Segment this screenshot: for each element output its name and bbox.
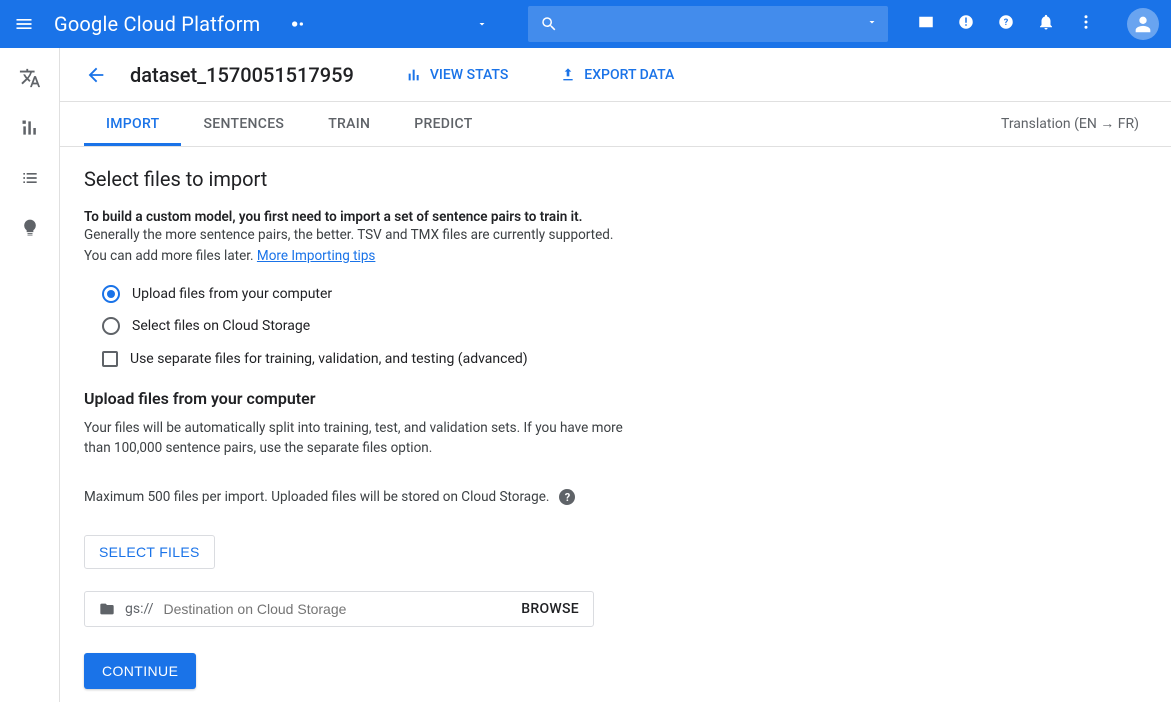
more-vert-icon[interactable] (1077, 13, 1095, 35)
title-bar: dataset_1570051517959 VIEW STATS EXPORT … (60, 48, 1171, 101)
content-area: Select files to import To build a custom… (60, 147, 1171, 702)
sidebar-lightbulb-icon[interactable] (18, 216, 42, 240)
intro-line2: Generally the more sentence pairs, the b… (84, 225, 1147, 246)
search-box[interactable] (528, 6, 888, 42)
sidebar-translate-icon[interactable] (18, 66, 42, 90)
project-dropdown[interactable] (476, 18, 488, 30)
radio-icon (102, 285, 120, 303)
export-data-label: EXPORT DATA (584, 67, 674, 83)
browse-button[interactable]: BROWSE (521, 601, 579, 617)
search-dropdown-icon[interactable] (866, 16, 878, 32)
max-files-note: Maximum 500 files per import. Uploaded f… (84, 489, 1147, 505)
intro-line3: You can add more files later. More Impor… (84, 246, 1147, 267)
radio-icon (102, 317, 120, 335)
max-files-text: Maximum 500 files per import. Uploaded f… (84, 489, 549, 505)
intro-line3-text: You can add more files later. (84, 248, 257, 264)
folder-icon (99, 601, 115, 617)
upload-description: Your files will be automatically split i… (84, 418, 644, 460)
upload-subheading: Upload files from your computer (84, 389, 1147, 408)
brand-title: Google Cloud Platform (54, 12, 260, 36)
product-icon (290, 16, 306, 32)
notifications-icon[interactable] (1037, 13, 1055, 35)
destination-input[interactable] (164, 601, 512, 617)
tab-sentences[interactable]: SENTENCES (181, 102, 306, 146)
account-avatar[interactable] (1127, 8, 1159, 40)
checkbox-icon (102, 351, 118, 367)
help-icon[interactable]: ? (997, 13, 1015, 35)
select-files-button[interactable]: SELECT FILES (84, 535, 215, 569)
destination-field[interactable]: gs:// BROWSE (84, 591, 594, 627)
view-stats-button[interactable]: VIEW STATS (406, 67, 508, 83)
tab-import[interactable]: IMPORT (84, 102, 181, 146)
continue-button[interactable]: CONTINUE (84, 653, 196, 689)
dataset-title: dataset_1570051517959 (130, 63, 354, 87)
advanced-checkbox-label: Use separate files for training, validat… (130, 351, 528, 367)
advanced-checkbox[interactable]: Use separate files for training, validat… (102, 351, 1147, 367)
back-arrow-icon[interactable] (84, 63, 108, 87)
option-upload-label: Upload files from your computer (132, 286, 332, 302)
sidebar-dashboard-icon[interactable] (18, 116, 42, 140)
option-cloud-label: Select files on Cloud Storage (132, 318, 310, 334)
view-stats-label: VIEW STATS (430, 67, 508, 83)
tab-train[interactable]: TRAIN (306, 102, 392, 146)
intro-bold: To build a custom model, you first need … (84, 209, 1147, 225)
sidebar-list-icon[interactable] (18, 166, 42, 190)
hamburger-menu-icon[interactable] (12, 12, 36, 36)
header-bar: Google Cloud Platform ? (0, 0, 1171, 48)
more-importing-tips-link[interactable]: More Importing tips (257, 248, 375, 264)
cloud-shell-icon[interactable] (917, 13, 935, 35)
export-data-button[interactable]: EXPORT DATA (560, 67, 674, 83)
search-icon (540, 15, 558, 33)
alert-icon[interactable] (957, 13, 975, 35)
translation-language-label: Translation (EN → FR) (1001, 102, 1147, 146)
page-heading: Select files to import (84, 167, 1147, 191)
left-sidebar (0, 48, 60, 702)
tab-predict[interactable]: PREDICT (392, 102, 494, 146)
option-upload-computer[interactable]: Upload files from your computer (102, 285, 1147, 303)
gs-prefix: gs:// (125, 601, 154, 617)
option-cloud-storage[interactable]: Select files on Cloud Storage (102, 317, 1147, 335)
tab-bar: IMPORT SENTENCES TRAIN PREDICT Translati… (60, 101, 1171, 147)
svg-text:?: ? (1004, 18, 1009, 28)
help-tooltip-icon[interactable]: ? (559, 489, 575, 505)
